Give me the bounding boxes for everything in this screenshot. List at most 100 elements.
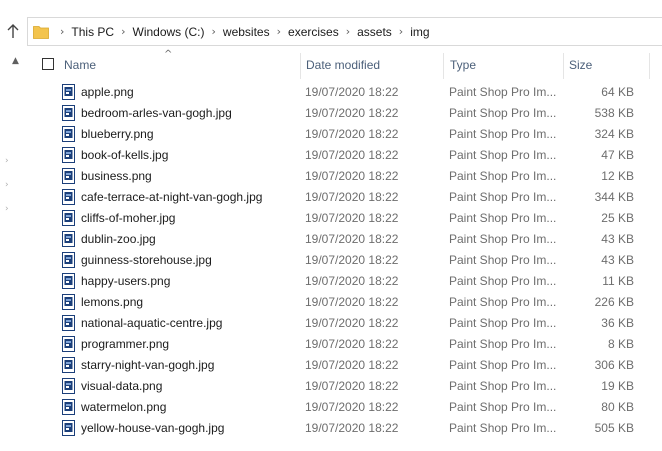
- file-name[interactable]: cafe-terrace-at-night-van-gogh.jpg: [81, 187, 262, 208]
- chevron-right-icon[interactable]: ›: [60, 25, 64, 38]
- column-header-size[interactable]: Size: [569, 50, 649, 80]
- breadcrumb-item[interactable]: websites: [223, 25, 270, 39]
- file-name[interactable]: book-of-kells.jpg: [81, 145, 168, 166]
- file-row[interactable]: business.png 19/07/2020 18:22 Paint Shop P…: [0, 166, 662, 187]
- file-name[interactable]: dublin-zoo.jpg: [81, 229, 156, 250]
- scroll-up-icon[interactable]: ▲: [12, 56, 19, 66]
- image-file-icon: [62, 273, 75, 289]
- file-name[interactable]: lemons.png: [81, 292, 143, 313]
- file-name[interactable]: guinness-storehouse.jpg: [81, 250, 212, 271]
- file-size: 43 KB: [601, 232, 634, 246]
- folder-icon: [33, 25, 49, 39]
- breadcrumb-item[interactable]: exercises: [288, 25, 339, 39]
- file-row[interactable]: cliffs-of-moher.jpg 19/07/2020 18:22 Paint…: [0, 208, 662, 229]
- file-name[interactable]: apple.png: [81, 82, 134, 103]
- file-date-modified: 19/07/2020 18:22: [305, 253, 399, 267]
- file-date-modified: 19/07/2020 18:22: [305, 169, 399, 183]
- breadcrumb: › This PC › Windows (C:) › websites › exercises…: [53, 25, 430, 39]
- file-name[interactable]: blueberry.png: [81, 124, 154, 145]
- file-name[interactable]: bedroom-arles-van-gogh.jpg: [81, 103, 232, 124]
- file-list: apple.png 19/07/2020 18:22 Paint Shop Pro …: [0, 82, 662, 439]
- file-name[interactable]: cliffs-of-moher.jpg: [81, 208, 175, 229]
- file-row[interactable]: programmer.png 19/07/2020 18:22 Paint Shop…: [0, 334, 662, 355]
- image-file-icon: [62, 378, 75, 394]
- file-row[interactable]: blueberry.png 19/07/2020 18:22 Paint Shop …: [0, 124, 662, 145]
- file-size: 11 KB: [602, 274, 634, 288]
- file-row[interactable]: cafe-terrace-at-night-van-gogh.jpg 19/07/…: [0, 187, 662, 208]
- file-name[interactable]: business.png: [81, 166, 152, 187]
- address-bar-row: › This PC › Windows (C:) › websites › exercises…: [0, 0, 662, 48]
- file-name[interactable]: watermelon.png: [81, 397, 166, 418]
- file-row[interactable]: guinness-storehouse.jpg 19/07/2020 18:22 P…: [0, 250, 662, 271]
- file-name[interactable]: starry-night-van-gogh.jpg: [81, 355, 214, 376]
- file-row[interactable]: bedroom-arles-van-gogh.jpg 19/07/2020 18:…: [0, 103, 662, 124]
- file-name[interactable]: yellow-house-van-gogh.jpg: [81, 418, 224, 439]
- column-header-type[interactable]: Type: [450, 50, 562, 80]
- column-header-date-modified[interactable]: Date modified: [306, 50, 442, 80]
- file-type: Paint Shop Pro Im...: [449, 232, 557, 246]
- image-file-icon: [62, 315, 75, 331]
- breadcrumb-item[interactable]: Windows (C:): [133, 25, 205, 39]
- file-type: Paint Shop Pro Im...: [449, 358, 557, 372]
- file-name[interactable]: visual-data.png: [81, 376, 162, 397]
- file-row[interactable]: lemons.png 19/07/2020 18:22 Paint Shop Pro…: [0, 292, 662, 313]
- file-type: Paint Shop Pro Im...: [449, 421, 557, 435]
- file-row[interactable]: starry-night-van-gogh.jpg 19/07/2020 18:2…: [0, 355, 662, 376]
- file-size: 19 KB: [601, 379, 634, 393]
- file-type: Paint Shop Pro Im...: [449, 295, 557, 309]
- file-row[interactable]: yellow-house-van-gogh.jpg 19/07/2020 18:2…: [0, 418, 662, 439]
- file-row[interactable]: apple.png 19/07/2020 18:22 Paint Shop Pro …: [0, 82, 662, 103]
- file-type: Paint Shop Pro Im...: [449, 337, 557, 351]
- file-row[interactable]: happy-users.png 19/07/2020 18:22 Paint Sho…: [0, 271, 662, 292]
- file-type: Paint Shop Pro Im...: [449, 274, 557, 288]
- chevron-right-icon[interactable]: ›: [346, 25, 350, 38]
- column-divider[interactable]: [649, 53, 650, 79]
- image-file-icon: [62, 147, 75, 163]
- file-type: Paint Shop Pro Im...: [449, 169, 557, 183]
- file-row[interactable]: national-aquatic-centre.jpg 19/07/2020 18…: [0, 313, 662, 334]
- column-divider[interactable]: [300, 53, 301, 79]
- file-date-modified: 19/07/2020 18:22: [305, 358, 399, 372]
- file-type: Paint Shop Pro Im...: [449, 127, 557, 141]
- address-bar[interactable]: › This PC › Windows (C:) › websites › exercises…: [27, 17, 662, 46]
- chevron-right-icon[interactable]: ›: [399, 25, 403, 38]
- image-file-icon: [62, 231, 75, 247]
- file-date-modified: 19/07/2020 18:22: [305, 421, 399, 435]
- file-size: 505 KB: [594, 421, 634, 435]
- file-type: Paint Shop Pro Im...: [449, 316, 557, 330]
- chevron-right-icon[interactable]: ›: [277, 25, 281, 38]
- file-size: 80 KB: [601, 400, 634, 414]
- breadcrumb-item[interactable]: This PC: [71, 25, 114, 39]
- column-divider[interactable]: [563, 53, 564, 79]
- file-size: 43 KB: [601, 253, 634, 267]
- up-button[interactable]: [4, 22, 22, 40]
- file-row[interactable]: visual-data.png 19/07/2020 18:22 Paint Sho…: [0, 376, 662, 397]
- breadcrumb-item[interactable]: assets: [357, 25, 392, 39]
- file-row[interactable]: watermelon.png 19/07/2020 18:22 Paint Shop…: [0, 397, 662, 418]
- file-size: 324 KB: [594, 127, 634, 141]
- file-date-modified: 19/07/2020 18:22: [305, 274, 399, 288]
- file-size: 64 KB: [601, 85, 634, 99]
- file-size: 12 KB: [601, 169, 634, 183]
- column-header-name[interactable]: Name: [64, 50, 300, 80]
- image-file-icon: [62, 210, 75, 226]
- chevron-right-icon[interactable]: ›: [121, 25, 125, 38]
- file-row[interactable]: book-of-kells.jpg 19/07/2020 18:22 Paint S…: [0, 145, 662, 166]
- file-size: 47 KB: [601, 148, 634, 162]
- file-row[interactable]: dublin-zoo.jpg 19/07/2020 18:22 Paint Shop…: [0, 229, 662, 250]
- column-divider[interactable]: [443, 53, 444, 79]
- breadcrumb-item[interactable]: img: [410, 25, 429, 39]
- file-name[interactable]: national-aquatic-centre.jpg: [81, 313, 222, 334]
- file-size: 344 KB: [594, 190, 634, 204]
- chevron-right-icon[interactable]: ›: [212, 25, 216, 38]
- image-file-icon: [62, 168, 75, 184]
- select-all-checkbox[interactable]: [42, 58, 54, 70]
- file-name[interactable]: happy-users.png: [81, 271, 170, 292]
- image-file-icon: [62, 105, 75, 121]
- image-file-icon: [62, 399, 75, 415]
- image-file-icon: [62, 294, 75, 310]
- file-date-modified: 19/07/2020 18:22: [305, 106, 399, 120]
- file-name[interactable]: programmer.png: [81, 334, 169, 355]
- file-type: Paint Shop Pro Im...: [449, 211, 557, 225]
- file-date-modified: 19/07/2020 18:22: [305, 295, 399, 309]
